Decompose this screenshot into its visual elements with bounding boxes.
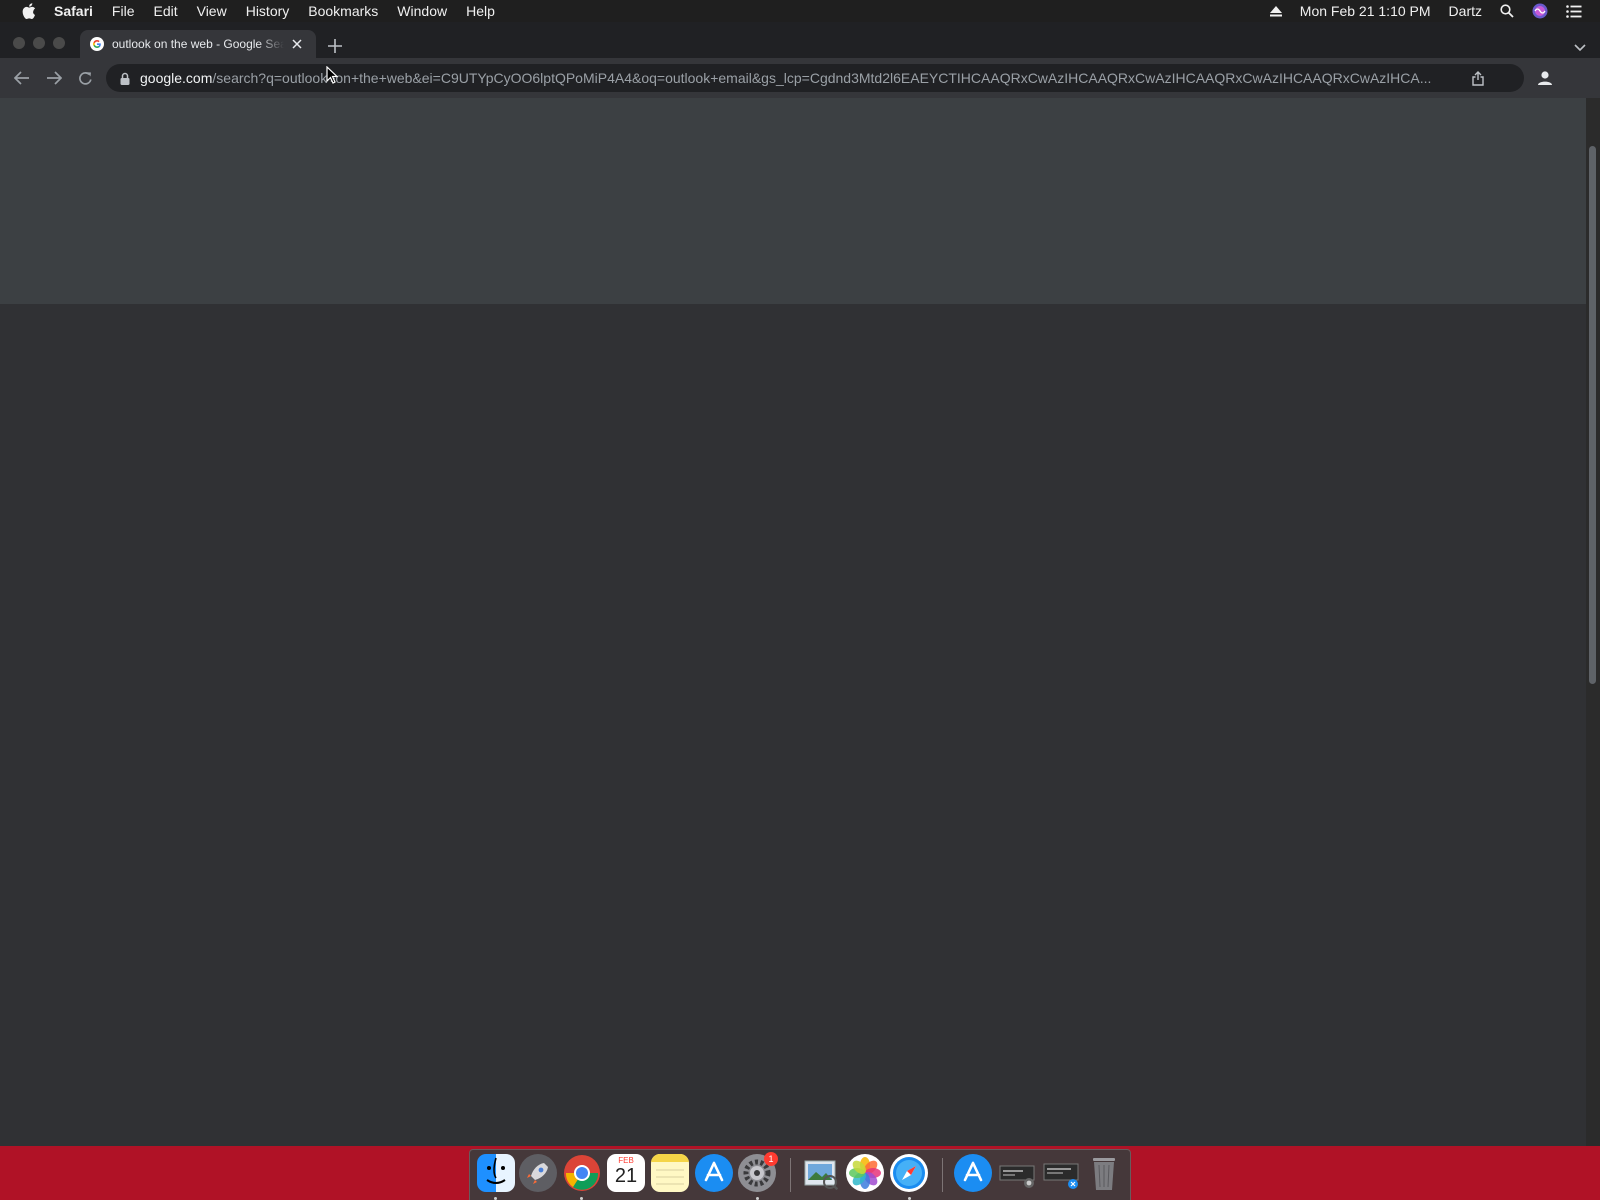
browser-window: outlook on the web - Google Search googl… xyxy=(0,22,1600,1146)
browser-tab[interactable]: outlook on the web - Google Search xyxy=(80,30,316,58)
minimize-window-button[interactable] xyxy=(33,37,45,49)
dock: FEB 21 1 xyxy=(469,1149,1131,1200)
reload-icon[interactable] xyxy=(78,71,93,86)
preview-icon[interactable] xyxy=(802,1154,840,1192)
finder-icon[interactable] xyxy=(477,1154,515,1192)
menu-history[interactable]: History xyxy=(246,3,290,19)
calendar-day: 21 xyxy=(614,1165,638,1187)
menu-bookmarks[interactable]: Bookmarks xyxy=(308,3,378,19)
app-store-icon[interactable] xyxy=(695,1154,733,1192)
profile-avatar-icon[interactable] xyxy=(1536,69,1554,92)
settings-badge: 1 xyxy=(764,1152,778,1166)
calendar-month: FEB xyxy=(618,1156,634,1165)
lock-icon[interactable] xyxy=(120,72,130,85)
launchpad-rocket-icon[interactable] xyxy=(519,1154,557,1192)
menubar-clock[interactable]: Mon Feb 21 1:10 PM xyxy=(1300,3,1431,19)
menu-help[interactable]: Help xyxy=(466,3,495,19)
chrome-icon[interactable] xyxy=(563,1154,601,1192)
trash-icon[interactable] xyxy=(1085,1154,1123,1192)
page-body-area xyxy=(0,304,1586,1146)
share-icon[interactable] xyxy=(1472,71,1484,89)
scrollbar-thumb[interactable] xyxy=(1589,146,1596,684)
forward-arrow-icon[interactable] xyxy=(46,71,62,85)
menu-window[interactable]: Window xyxy=(397,3,447,19)
url-host: google.com xyxy=(140,70,213,86)
notes-icon[interactable] xyxy=(651,1154,689,1192)
page-header-area xyxy=(0,98,1586,304)
calendar-icon[interactable]: FEB 21 xyxy=(607,1154,645,1192)
menu-view[interactable]: View xyxy=(197,3,227,19)
photos-icon[interactable] xyxy=(846,1154,884,1192)
close-window-button[interactable] xyxy=(13,37,25,49)
browser-toolbar: google.com/search?q=outlook+on+the+web&e… xyxy=(0,58,1600,98)
google-g-icon xyxy=(90,37,104,51)
spotlight-search-icon[interactable] xyxy=(1500,4,1514,18)
safari-compass-icon[interactable] xyxy=(890,1154,928,1192)
dock-separator-2 xyxy=(942,1158,943,1192)
menu-file[interactable]: File xyxy=(112,3,135,19)
mouse-cursor-icon xyxy=(326,65,339,89)
menu-bar: Safari File Edit View History Bookmarks … xyxy=(0,0,1600,22)
notification-center-icon[interactable] xyxy=(1566,4,1582,18)
tab-strip: outlook on the web - Google Search xyxy=(0,22,1600,58)
apple-menu-icon[interactable] xyxy=(18,3,40,19)
address-bar[interactable]: google.com/search?q=outlook+on+the+web&e… xyxy=(106,64,1524,92)
zoom-window-button[interactable] xyxy=(53,37,65,49)
tab-title: outlook on the web - Google Search xyxy=(112,37,284,51)
menu-app-name[interactable]: Safari xyxy=(54,3,93,19)
close-tab-icon[interactable] xyxy=(292,39,302,49)
tab-search-chevron-icon[interactable] xyxy=(1574,39,1586,57)
eject-icon[interactable] xyxy=(1269,5,1282,17)
url-path: /search?q=outlook+on+the+web&ei=C9UTYpCy… xyxy=(212,70,1432,86)
app-store-folder-icon[interactable] xyxy=(954,1154,992,1192)
vertical-scrollbar[interactable] xyxy=(1586,98,1600,1146)
menu-edit[interactable]: Edit xyxy=(153,3,177,19)
screenshot-stack-icon[interactable] xyxy=(998,1154,1036,1192)
new-tab-button[interactable] xyxy=(328,39,342,58)
page-content[interactable] xyxy=(0,98,1600,1146)
back-arrow-icon[interactable] xyxy=(14,71,30,85)
screenshot-stack-2-icon[interactable] xyxy=(1042,1154,1080,1192)
dock-separator xyxy=(790,1158,791,1192)
siri-icon[interactable] xyxy=(1532,3,1548,19)
menubar-user[interactable]: Dartz xyxy=(1449,3,1482,19)
